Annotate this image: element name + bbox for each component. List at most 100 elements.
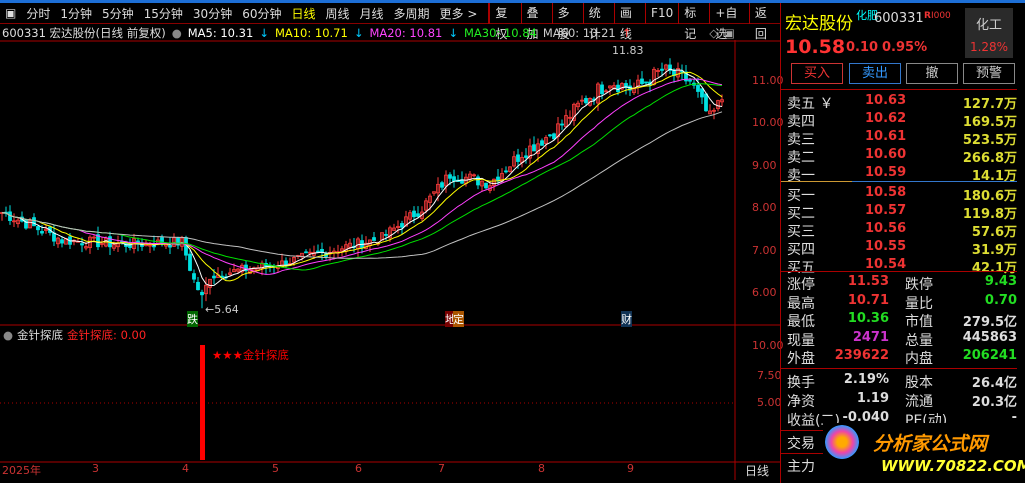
stat-value: 11.53 (847, 274, 889, 289)
signal-label: ★★★金针探底 (212, 348, 289, 362)
cancel-order-button[interactable]: 撤 (906, 63, 958, 84)
candle-body (548, 134, 552, 137)
level-price: 10.62 (865, 111, 907, 126)
bid-row[interactable]: 买一 10.58 180.6万 (785, 185, 1017, 204)
level-price: 10.63 (865, 93, 907, 108)
level-volume: 127.7万 (962, 97, 1017, 112)
stat-label: 现量 (787, 332, 815, 349)
level-label: 卖四 (787, 114, 815, 130)
sub-axis-label: 5.00 (757, 396, 782, 409)
stat-label: 最低 (787, 314, 815, 330)
ask-row[interactable]: 卖五 ￥ 10.63 127.7万 (785, 93, 1017, 112)
time-axis-label: 7 (438, 462, 445, 475)
level-price: 10.57 (865, 203, 907, 218)
price-change: 0.10 (846, 40, 879, 55)
industry-box[interactable]: 化工 1.28% (965, 8, 1013, 58)
bid-row[interactable]: 买五 10.54 42.1万 (785, 257, 1017, 276)
stat-label: 换手 (787, 375, 815, 391)
price-axis-label: 10.00 (752, 116, 784, 130)
level-price: 10.55 (865, 239, 907, 254)
time-axis-label: 3 (92, 462, 99, 475)
indicator-name[interactable]: 金针探底 (17, 327, 63, 343)
candle-body (584, 98, 588, 104)
time-axis-label: 6 (355, 462, 362, 475)
event-marker-die[interactable]: 跌 (187, 311, 198, 327)
candle-body (540, 140, 544, 146)
industry-pct: 1.28% (969, 40, 1009, 54)
candle-body (188, 253, 192, 271)
level-label: 买一 (787, 188, 815, 204)
candle-body (552, 133, 556, 140)
time-axis-label: 9 (627, 462, 634, 475)
level-price: 10.56 (865, 221, 907, 236)
stat-value: 10.36 (847, 311, 889, 326)
stat-row: 涨停 11.53 跌停 9.43 (785, 274, 1017, 293)
low-value: 5.64 (214, 303, 239, 316)
stat-row: 现量 2471 总量 445863 (785, 330, 1017, 349)
level-volume: 31.9万 (971, 243, 1017, 258)
stat-value: 279.5亿 (962, 315, 1017, 330)
stat-value: 10.71 (847, 292, 889, 308)
candle-body (32, 217, 36, 227)
watermark-url: WWW.70822.COM (881, 457, 1025, 475)
candle-body (660, 68, 664, 71)
candle-body (60, 239, 64, 244)
stat-value: 26.4亿 (971, 376, 1017, 391)
event-marker-ding[interactable]: 定 (453, 311, 464, 327)
time-axis-label: 2025年 (2, 464, 41, 477)
ask-row[interactable]: 卖四 10.62 169.5万 (785, 111, 1017, 130)
level-volume: 119.8万 (962, 207, 1017, 222)
stat-label: 总量 (905, 332, 933, 349)
dropdown-icon[interactable]: ● (3, 328, 13, 342)
sell-button[interactable]: 卖出 (849, 63, 901, 84)
level-price: 10.61 (865, 129, 907, 144)
watermark: 分析家公式网 WWW.70822.COM (823, 423, 1025, 481)
candle-body (412, 210, 416, 218)
candle-body (168, 244, 172, 248)
candle-body (192, 273, 196, 280)
bid-row[interactable]: 买三 10.56 57.6万 (785, 221, 1017, 240)
price-axis-label: 6.00 (752, 286, 777, 299)
level-volume: 180.6万 (962, 189, 1017, 204)
level-volume: 57.6万 (971, 225, 1017, 240)
main-force-label: 主力 (787, 459, 815, 475)
stat-row: 净资 1.19 流通 20.3亿 (785, 391, 1017, 410)
ask-row[interactable]: 卖二 10.60 266.8万 (785, 147, 1017, 166)
candle-body (700, 88, 704, 98)
candle-body (212, 275, 216, 279)
stat-value: 1.19 (856, 391, 889, 406)
bid-row[interactable]: 买四 10.55 31.9万 (785, 239, 1017, 258)
event-marker-cai[interactable]: 财 (621, 311, 632, 327)
candle-body (696, 85, 700, 92)
kline-chart[interactable] (0, 0, 780, 483)
stat-value: 20.3亿 (971, 395, 1017, 410)
level-price: 10.54 (865, 257, 907, 272)
level-label: 卖二 (787, 150, 815, 166)
price-axis-label: 8.00 (752, 201, 777, 215)
stat-label: 外盘 (787, 351, 815, 367)
stat-label: 量比 (905, 295, 933, 312)
high-annotation: 11.83 (612, 44, 644, 57)
period-label[interactable]: 日线 (745, 462, 769, 479)
price-change-pct: 0.95% (882, 40, 928, 55)
candle-body (704, 93, 708, 112)
candle-body (400, 223, 404, 228)
r-badge: RI000 (924, 11, 951, 21)
stat-value: 239622 (834, 348, 889, 363)
candle-body (200, 291, 204, 296)
r-letter: R (924, 11, 931, 21)
buy-button[interactable]: 买入 (791, 63, 843, 84)
time-axis-label: 4 (182, 462, 189, 475)
level-price: 10.58 (865, 185, 907, 200)
bid-row[interactable]: 买二 10.57 119.8万 (785, 203, 1017, 222)
ask-row[interactable]: 卖三 10.61 523.5万 (785, 129, 1017, 148)
last-price: 10.58 (785, 36, 846, 58)
stat-row: 换手 2.19% 股本 26.4亿 (785, 372, 1017, 391)
alert-button[interactable]: 预警 (963, 63, 1015, 84)
stat-label: 最高 (787, 295, 815, 312)
stat-value: 2.19% (843, 372, 889, 387)
low-annotation: ←5.64 (205, 303, 239, 316)
candle-body (504, 170, 508, 173)
stat-label: 内盘 (905, 351, 933, 367)
trade-label: 交易 (787, 436, 815, 452)
